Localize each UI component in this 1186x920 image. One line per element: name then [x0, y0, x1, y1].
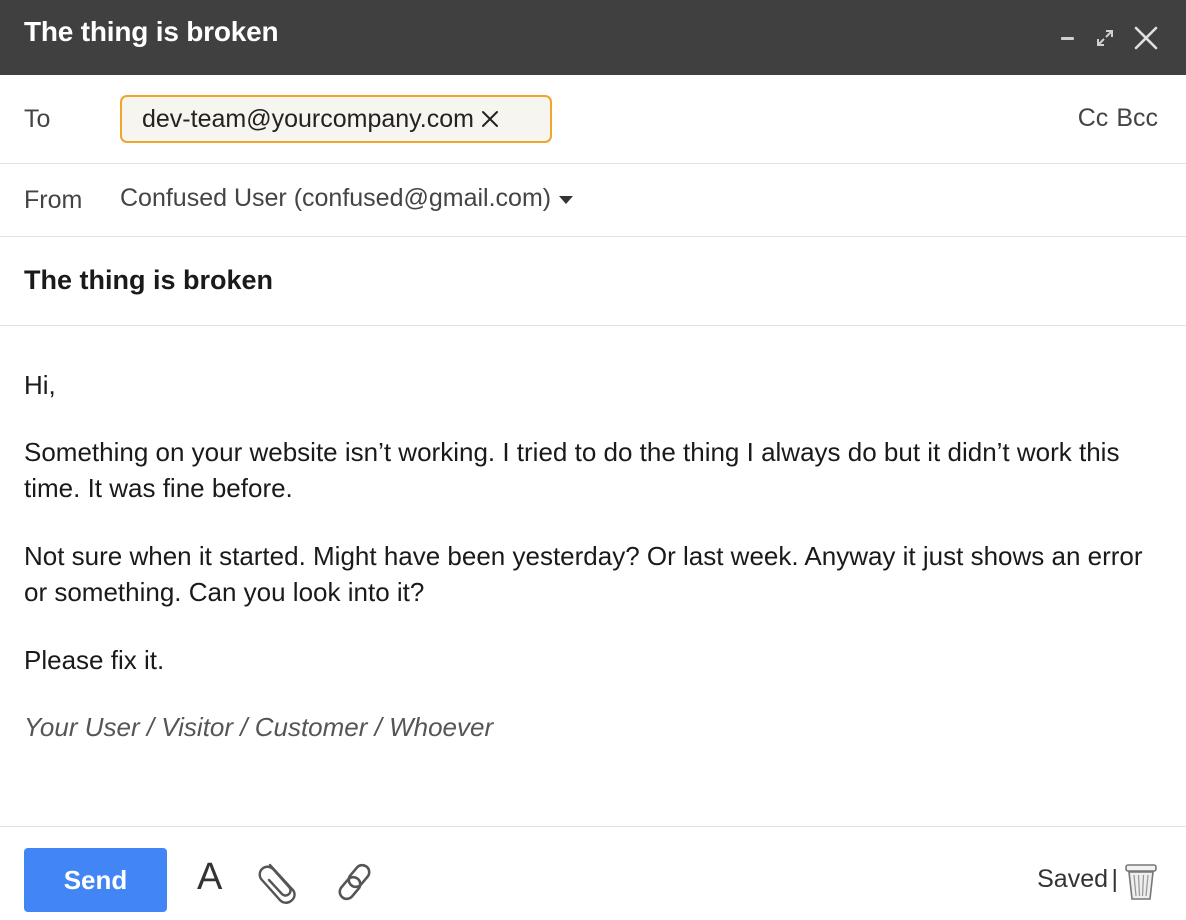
message-body[interactable]: Hi, Something on your website isn’t work… [24, 326, 1164, 826]
compose-footer: Send A Saved | [0, 826, 1186, 920]
recipient-address: dev-team@yourcompany.com [142, 104, 474, 133]
to-row: To dev-team@yourcompany.com Cc Bcc [0, 75, 1186, 164]
from-value: Confused User (confused@gmail.com) [120, 184, 552, 212]
send-button[interactable]: Send [24, 848, 167, 912]
link-icon[interactable] [332, 859, 378, 905]
title-bar: The thing is broken [0, 0, 1186, 75]
remove-icon [481, 111, 498, 127]
close-icon [1134, 26, 1158, 49]
save-status: Saved [1037, 865, 1108, 893]
expand-icon [1097, 29, 1113, 46]
minimize-icon [1060, 37, 1074, 40]
message-paragraph: Please fix it. [24, 645, 165, 675]
cc-link[interactable]: Cc [1078, 104, 1109, 133]
message-signature: Your User / Visitor / Customer / Whoever [24, 712, 494, 742]
minimize-button[interactable] [1052, 0, 1082, 75]
window-title: The thing is broken [24, 16, 279, 47]
from-selector[interactable]: Confused User (confused@gmail.com) [120, 184, 574, 213]
to-label: To [24, 105, 51, 133]
text-format-icon[interactable]: A [197, 857, 222, 897]
close-button[interactable] [1128, 0, 1164, 75]
recipient-chip[interactable]: dev-team@yourcompany.com [120, 95, 552, 143]
cc-bcc-links: Cc Bcc [1078, 104, 1158, 133]
message-paragraph: Not sure when it started. Might have bee… [24, 541, 1143, 607]
status-separator: | [1111, 865, 1119, 893]
from-label: From [24, 186, 83, 214]
paperclip-icon[interactable] [256, 859, 302, 905]
expand-button[interactable] [1090, 0, 1120, 75]
subject-row: The thing is broken [0, 237, 1186, 326]
from-row: From Confused User (confused@gmail.com) [0, 164, 1186, 237]
trash-icon[interactable] [1124, 863, 1158, 901]
remove-recipient-button[interactable] [478, 107, 502, 131]
message-paragraph: Something on your website isn’t working.… [24, 437, 1120, 503]
chevron-down-icon [559, 196, 574, 204]
bcc-link[interactable]: Bcc [1116, 104, 1158, 133]
message-greeting: Hi, [24, 370, 56, 400]
subject-field[interactable]: The thing is broken [24, 265, 273, 296]
